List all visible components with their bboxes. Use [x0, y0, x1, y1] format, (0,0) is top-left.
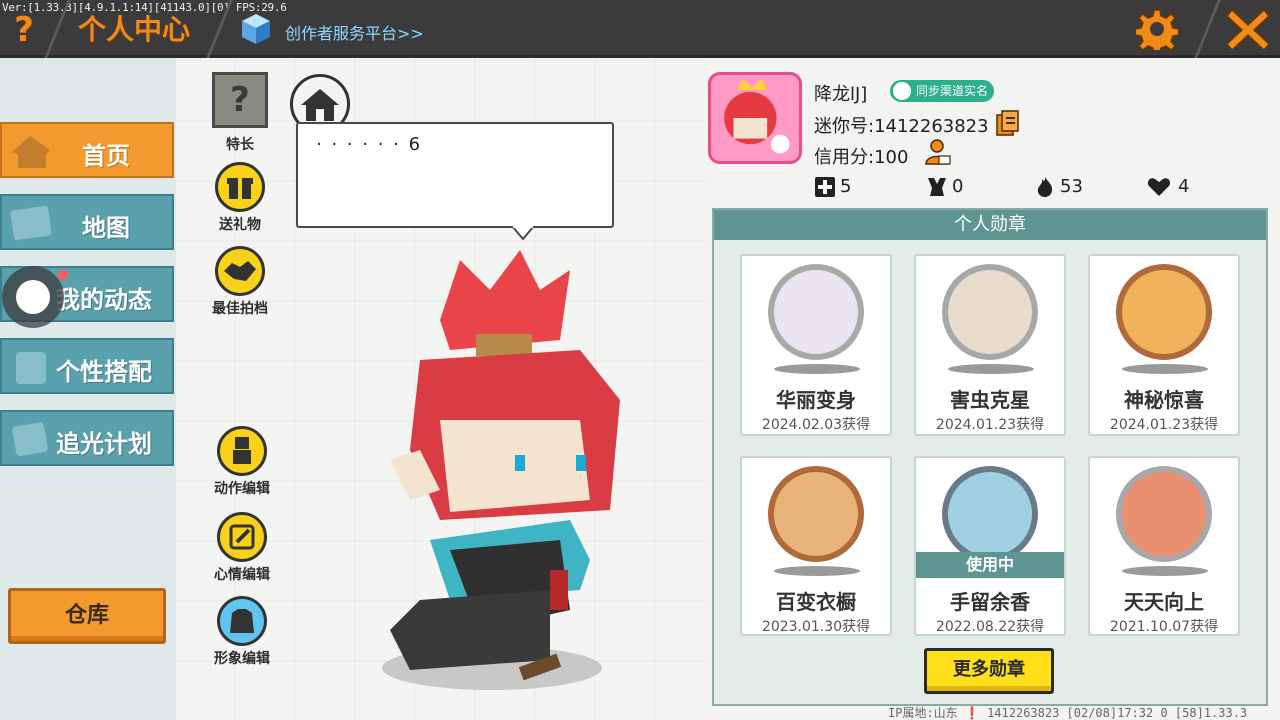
- user-avatar[interactable]: [708, 72, 802, 164]
- warehouse-button[interactable]: 仓库: [8, 588, 166, 644]
- medal-name: 神秘惊喜: [1124, 388, 1204, 412]
- outfit-icon: [16, 352, 46, 384]
- action-edit-label: 动作编辑: [214, 481, 270, 497]
- hearts-icon: [1147, 178, 1171, 196]
- medal-name: 华丽变身: [776, 388, 856, 412]
- realname-label: 同步渠道实名: [916, 84, 989, 98]
- plus-box-icon: [815, 177, 835, 197]
- medal-name: 害虫克星: [950, 388, 1030, 412]
- medal-pest-icon: [942, 264, 1038, 360]
- medal-card[interactable]: 神秘惊喜 2024.01.23获得: [1088, 254, 1240, 436]
- nav-item-map[interactable]: 地图: [0, 194, 174, 250]
- credit-score: 信用分:100: [814, 147, 909, 168]
- medal-name: 天天向上: [1124, 590, 1204, 614]
- medal-card[interactable]: 天天向上 2021.10.07获得: [1088, 456, 1240, 636]
- map-icon: [10, 205, 52, 241]
- gear-icon[interactable]: [1136, 8, 1178, 50]
- copy-icon[interactable]: [996, 110, 1020, 136]
- medal-name: 手留余香: [950, 590, 1030, 614]
- house-icon: [12, 136, 50, 168]
- medal-panel-header: 个人勋章: [714, 210, 1266, 240]
- medal-card[interactable]: 华丽变身 2024.02.03获得: [740, 254, 892, 436]
- action-figure-icon: [217, 426, 267, 476]
- mood-edit-label: 心情编辑: [214, 567, 270, 583]
- gift-icon: [215, 162, 265, 212]
- medal-wardrobe-icon: [768, 466, 864, 562]
- action-edit-button[interactable]: 动作编辑: [204, 426, 280, 498]
- medal-progress-icon: [1116, 466, 1212, 562]
- more-medals-button[interactable]: 更多勋章: [924, 648, 1054, 694]
- handshake-icon: [215, 246, 265, 296]
- credit-person-icon[interactable]: [924, 138, 952, 166]
- medal-date: 2024.01.23获得: [935, 417, 1045, 433]
- stat-value: 4: [1178, 176, 1190, 197]
- mood-edit-button[interactable]: 心情编辑: [204, 512, 280, 584]
- medal-transform-icon: [768, 264, 864, 360]
- user-nickname: 降龙lJ]: [814, 84, 868, 105]
- medal-date: 2023.01.30获得: [761, 619, 871, 635]
- stat-value: 53: [1060, 176, 1083, 197]
- in-use-badge: 使用中: [916, 552, 1064, 578]
- appearance-edit-label: 形象编辑: [214, 651, 270, 667]
- medal-name: 百变衣橱: [776, 590, 856, 614]
- floating-ball-core: [16, 280, 50, 314]
- medal-panel: 个人勋章 华丽变身 2024.02.03获得 害虫克星 2024.01.23获得…: [712, 208, 1268, 706]
- medal-card[interactable]: 害虫克星 2024.01.23获得: [914, 254, 1066, 436]
- nav-label: 首页: [82, 142, 130, 170]
- medal-shadow: [774, 364, 860, 374]
- realname-badge[interactable]: 同步渠道实名: [890, 80, 995, 102]
- light-plan-icon: [12, 422, 48, 457]
- medal-fragrance-icon: [942, 466, 1038, 562]
- cube-icon[interactable]: [240, 12, 272, 46]
- speech-bubble-tail: [512, 226, 534, 240]
- avatar-portrait: [711, 75, 799, 161]
- stat-value: 5: [840, 176, 852, 197]
- medal-date: 2024.01.23获得: [1109, 417, 1219, 433]
- question-box-icon: ?: [212, 72, 268, 128]
- nav-label: 个性搭配: [56, 358, 152, 386]
- stat-value: 0: [952, 176, 964, 197]
- nav-label: 我的动态: [56, 286, 152, 314]
- help-button[interactable]: ?: [6, 12, 42, 48]
- nav-item-light-plan[interactable]: 追光计划: [0, 410, 174, 466]
- nav-label: 追光计划: [56, 430, 152, 458]
- flame-icon: [1037, 177, 1053, 197]
- nav-item-outfit[interactable]: 个性搭配: [0, 338, 174, 394]
- medal-card[interactable]: 使用中 手留余香 2022.08.22获得: [914, 456, 1066, 636]
- nav-label: 地图: [82, 214, 130, 242]
- specialty-button[interactable]: ? 特长: [202, 72, 278, 154]
- edit-pencil-icon: [217, 512, 267, 562]
- medal-shadow: [948, 364, 1034, 374]
- footer-info: IP属地:山东 ❗ 1412263823 [02/08]17:32 0 [58]…: [888, 706, 1248, 720]
- floating-assistant-ball[interactable]: [2, 266, 64, 328]
- medal-date: 2022.08.22获得: [935, 619, 1045, 635]
- creator-platform-link[interactable]: 创作者服务平台>>: [285, 20, 424, 44]
- verified-user-icon: [893, 82, 911, 100]
- notification-dot: [58, 270, 68, 280]
- appearance-edit-button[interactable]: 形象编辑: [204, 596, 280, 668]
- best-partner-button[interactable]: 最佳拍档: [202, 246, 278, 318]
- medal-shadow: [774, 566, 860, 576]
- medal-card[interactable]: 百变衣橱 2023.01.30获得: [740, 456, 892, 636]
- close-icon[interactable]: [1226, 8, 1270, 52]
- nav-item-home[interactable]: 首页: [0, 122, 174, 178]
- speech-bubble: · · · · · · 6: [296, 122, 614, 228]
- gift-label: 送礼物: [219, 217, 261, 233]
- medal-date: 2024.02.03获得: [761, 417, 871, 433]
- gift-button[interactable]: 送礼物: [202, 162, 278, 234]
- divider: [1194, 0, 1221, 58]
- trophy-person-icon: [928, 178, 946, 196]
- top-bar: Ver:[1.33.3][4.9.1.1:14][41143.0][0] FPS…: [0, 0, 1280, 58]
- medal-shadow: [1122, 566, 1208, 576]
- outfit-shirt-icon: [217, 596, 267, 646]
- medal-gift-icon: [1116, 264, 1212, 360]
- player-avatar-figure: [382, 250, 620, 690]
- specialty-label: 特长: [226, 137, 254, 153]
- medal-date: 2021.10.07获得: [1109, 619, 1219, 635]
- best-partner-label: 最佳拍档: [212, 301, 268, 317]
- page-title: 个人中心: [78, 13, 191, 46]
- medal-shadow: [1122, 364, 1208, 374]
- mini-id: 迷你号:1412263823: [814, 116, 989, 137]
